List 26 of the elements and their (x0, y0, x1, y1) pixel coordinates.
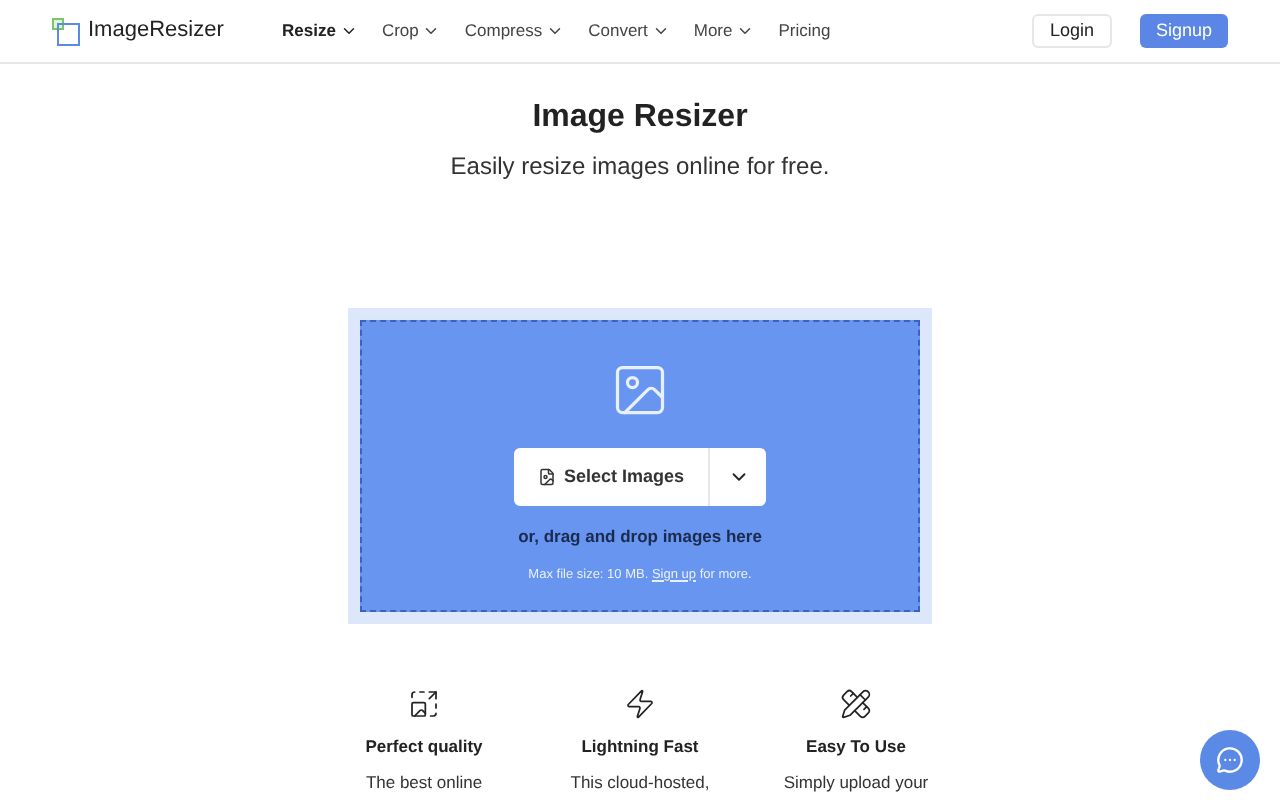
chat-icon (1216, 746, 1244, 774)
nav-link[interactable]: Pricing (778, 18, 831, 44)
feature-text: Simply upload your (783, 771, 929, 794)
nav-link[interactable]: More (693, 18, 755, 44)
logo-text[interactable]: ImageResizer (88, 14, 224, 48)
file-icon (537, 468, 556, 486)
login-button[interactable]: Login (1031, 14, 1112, 48)
feature-text: The best online (365, 771, 483, 794)
nav-link[interactable]: Crop (381, 18, 441, 44)
image-icon (610, 360, 670, 420)
feature-title: Lightning Fast (581, 734, 699, 760)
signup-button[interactable]: Signup (1139, 14, 1228, 48)
feature-title: Perfect quality (365, 734, 483, 760)
page-subtitle: Easily resize images online for free. (450, 150, 830, 184)
chat-button[interactable] (1200, 730, 1260, 790)
feature-icon (408, 688, 440, 720)
nav-link[interactable]: Compress (464, 18, 565, 44)
feature-text: This cloud-hosted, (570, 771, 710, 794)
feature-icon (624, 688, 656, 720)
drop-hint: or, drag and drop images here (518, 524, 762, 550)
page-title: Image Resizer (532, 98, 748, 138)
nav-link[interactable]: Convert (588, 18, 670, 44)
feature-title: Easy To Use (806, 734, 906, 760)
nav-link[interactable]: Resize (282, 18, 358, 44)
feature-icon (840, 688, 872, 720)
logo-icon (52, 17, 80, 45)
